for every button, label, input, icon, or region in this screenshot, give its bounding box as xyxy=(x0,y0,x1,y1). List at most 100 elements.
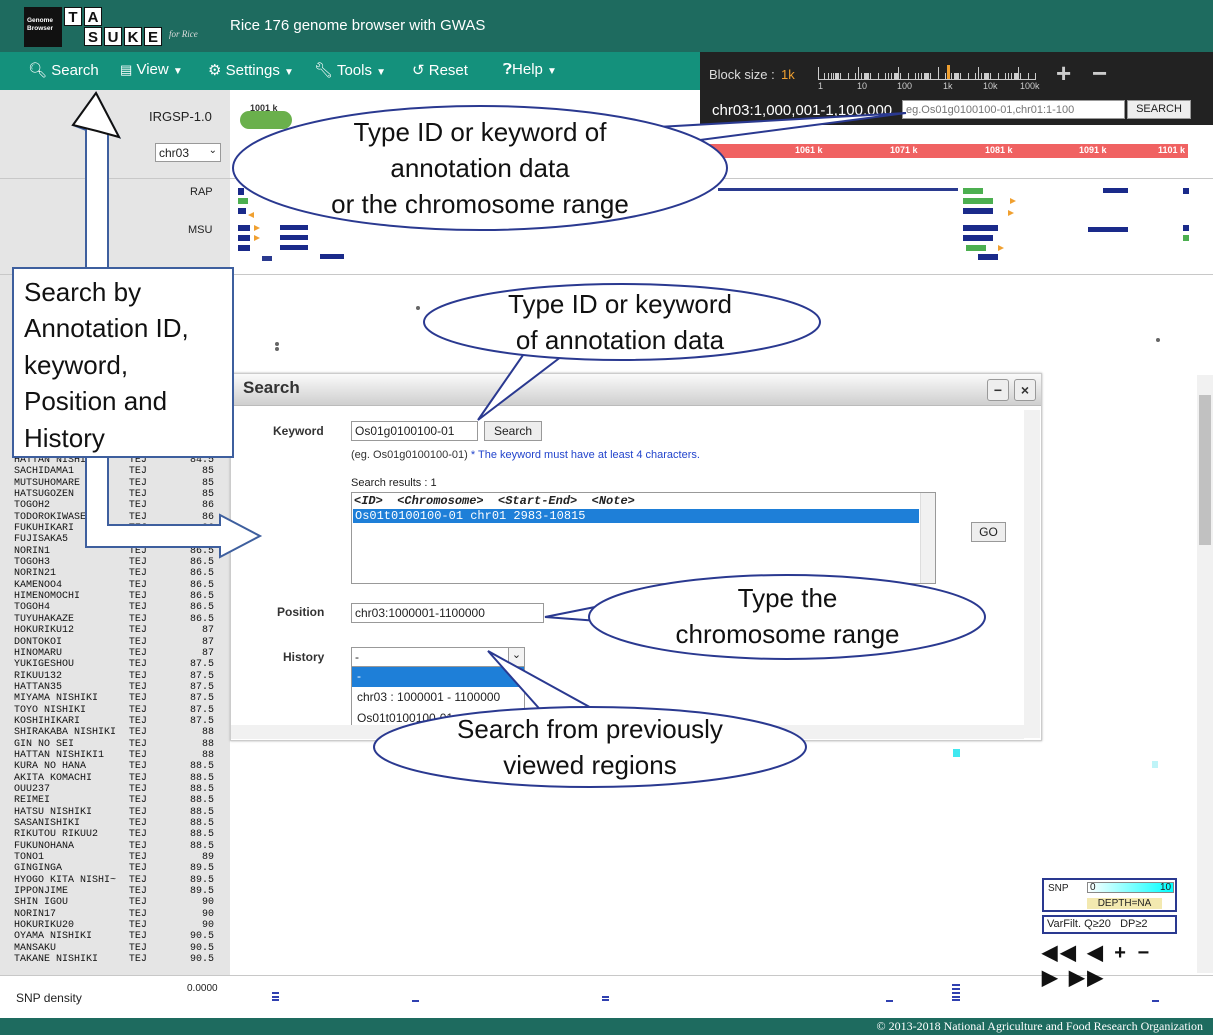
block-size-slider[interactable] xyxy=(818,65,1036,80)
sample-row[interactable]: AKITA KOMACHI TEJ 88.5 xyxy=(14,773,214,784)
search-window-header[interactable]: Search − × xyxy=(231,374,1041,406)
result-row[interactable]: Os01t0100100-01 chr01 2983-10815 xyxy=(353,509,919,523)
sample-row[interactable]: RIKUTOU RIKUU2 TEJ 88.5 xyxy=(14,829,214,840)
chevron-down-icon: ⌄ xyxy=(508,648,524,666)
sample-row[interactable]: SHIRAKABA NISHIKI TEJ 88 xyxy=(14,727,214,738)
sample-name: AKITA KOMACHI xyxy=(14,772,93,784)
position-tick: 1061 k xyxy=(795,145,823,155)
sample-value: 90.5 xyxy=(189,931,214,943)
menu-help-label: Help xyxy=(512,61,543,78)
keyword-search-button[interactable]: Search xyxy=(484,421,542,441)
sample-row[interactable]: OUU237 TEJ 88.5 xyxy=(14,784,214,795)
sample-row[interactable]: NORIN1 TEJ 86.5 xyxy=(14,546,214,557)
start-position-label: 1001 k xyxy=(250,103,278,113)
ruler-tick xyxy=(900,73,901,79)
scale-label: 100 xyxy=(897,81,913,91)
close-button[interactable]: × xyxy=(1014,379,1036,401)
menu-view[interactable]: ▤ View ▼ xyxy=(120,61,183,78)
search-results-list[interactable]: <ID> <Chromosome> <Start-End> <Note> Os0… xyxy=(351,492,936,584)
sample-row[interactable]: MANSAKU TEJ 90.5 xyxy=(14,943,214,954)
bubble-line: or the chromosome range xyxy=(331,189,629,219)
sample-row[interactable]: HOKURIKU12 TEJ 87 xyxy=(14,625,214,636)
region-search-button[interactable]: SEARCH xyxy=(1127,100,1191,119)
sample-row[interactable]: KURA NO HANA TEJ 88.5 xyxy=(14,761,214,772)
sample-row[interactable]: HINOMARU TEJ 87 xyxy=(14,648,214,659)
results-scrollbar[interactable] xyxy=(920,493,935,583)
sample-row[interactable]: DONTOKOI TEJ 87 xyxy=(14,637,214,648)
menu-tools[interactable]: 🔧︎ Tools ▼ xyxy=(314,61,386,79)
sample-row[interactable]: YUKIGESHOU TEJ 87.5 xyxy=(14,659,214,670)
sample-row[interactable]: MIYAMA NISHIKI TEJ 87.5 xyxy=(14,693,214,704)
snp-max: 10 xyxy=(1160,882,1172,893)
sample-value: 89 xyxy=(201,852,214,864)
history-option[interactable]: - xyxy=(352,667,524,687)
sample-row[interactable]: HIMENOMOCHI TEJ 86.5 xyxy=(14,591,214,602)
position-bar[interactable] xyxy=(700,144,1188,158)
history-option[interactable]: chr03 : 1000001 - 1100000 xyxy=(352,687,524,708)
sample-row[interactable]: RIKUU132 TEJ 87.5 xyxy=(14,671,214,682)
hint-example: (eg. Os01g0100100-01) xyxy=(351,449,468,461)
menu-settings[interactable]: ⚙ Settings ▼ xyxy=(208,61,294,79)
bubble-line: annotation data xyxy=(390,153,570,183)
position-input[interactable] xyxy=(351,603,544,623)
navigation-buttons[interactable]: ◀◀ ◀ + − ▶ ▶▶ xyxy=(1042,940,1177,989)
slider-handle[interactable] xyxy=(947,65,950,79)
sample-row[interactable]: MUTSUHOMARE TEJ 85 xyxy=(14,478,214,489)
sample-row[interactable]: TOYO NISHIKI TEJ 87.5 xyxy=(14,705,214,716)
varfilt-panel[interactable]: VarFilt. Q≥20 DP≥2 xyxy=(1042,915,1177,934)
sample-row[interactable]: NORIN17 TEJ 90 xyxy=(14,909,214,920)
sample-row[interactable]: SASANISHIKI TEJ 88.5 xyxy=(14,818,214,829)
sample-row[interactable]: KAMENOO4 TEJ 86.5 xyxy=(14,580,214,591)
sample-row[interactable]: HATSUGOZEN TEJ 85 xyxy=(14,489,214,500)
menu-search[interactable]: 🔍︎ Search xyxy=(28,61,99,79)
sample-row[interactable]: NORIN21 TEJ 86.5 xyxy=(14,568,214,579)
chromosome-select[interactable]: chr03 ⌄ xyxy=(155,143,221,162)
minimize-button[interactable]: − xyxy=(987,379,1009,401)
tasuke-logo[interactable]: Genome Browser T A S U K E for Rice xyxy=(24,7,198,47)
sample-row[interactable]: TUYUHAKAZE TEJ 86.5 xyxy=(14,614,214,625)
sample-row[interactable]: FUKUHIKARI TEJ 86 xyxy=(14,523,214,534)
sample-name: HIMENOMOCHI xyxy=(14,591,81,603)
sample-row[interactable]: TOGOH4 TEJ 86.5 xyxy=(14,602,214,613)
sample-row[interactable]: HATTAN35 TEJ 87.5 xyxy=(14,682,214,693)
sample-row[interactable]: TAKANE NISHIKI TEJ 90.5 xyxy=(14,954,214,965)
sample-row[interactable]: TOGOH3 TEJ 86.5 xyxy=(14,557,214,568)
sample-name: KOSHIHIKARI xyxy=(14,715,81,727)
main-scrollbar[interactable] xyxy=(1197,375,1213,973)
sample-row[interactable]: SACHIDAMA1 TEJ 85 xyxy=(14,466,214,477)
sample-row[interactable]: FUKUNOHANA TEJ 88.5 xyxy=(14,841,214,852)
sample-row[interactable]: TOGOH2 TEJ 86 xyxy=(14,500,214,511)
sample-row[interactable]: SHIN IGOU TEJ 90 xyxy=(14,897,214,908)
sample-row[interactable]: REIMEI TEJ 88.5 xyxy=(14,795,214,806)
sample-row[interactable]: FUJISAKA5 TEJ 86 xyxy=(14,534,214,545)
sample-row[interactable]: HYOGO KITA NISHI~ TEJ 89.5 xyxy=(14,875,214,886)
sample-row[interactable]: GIN NO SEI TEJ 88 xyxy=(14,739,214,750)
sample-value: 87.5 xyxy=(189,681,214,693)
keyword-hint: (eg. Os01g0100100-01) * The keyword must… xyxy=(351,449,700,461)
sample-row[interactable]: HATTAN NISHIKI1 TEJ 88 xyxy=(14,750,214,761)
bubble-line: chromosome range xyxy=(675,619,900,649)
sample-value: 86.5 xyxy=(189,545,214,557)
sample-row[interactable]: OYAMA NISHIKI TEJ 90.5 xyxy=(14,931,214,942)
history-select[interactable]: - ⌄ xyxy=(351,647,525,667)
sample-row[interactable]: TODOROKIWASE TEJ 86 xyxy=(14,512,214,523)
menu-reset[interactable]: ↺ Reset xyxy=(412,61,468,79)
sample-value: 86.5 xyxy=(189,568,214,580)
sample-row[interactable]: HATSU NISHIKI TEJ 88.5 xyxy=(14,807,214,818)
search-icon: 🔍︎ xyxy=(28,62,48,79)
region-search-input[interactable] xyxy=(902,100,1125,119)
scroll-thumb[interactable] xyxy=(1199,395,1211,545)
sample-row[interactable]: HOKURIKU20 TEJ 90 xyxy=(14,920,214,931)
go-button[interactable]: GO xyxy=(971,522,1006,542)
search-window-scrollbar[interactable] xyxy=(1024,410,1040,738)
zoom-out-button[interactable]: − xyxy=(1092,60,1107,86)
sample-row[interactable]: IPPONJIME TEJ 89.5 xyxy=(14,886,214,897)
keyword-input[interactable] xyxy=(351,421,478,441)
menu-help[interactable]: ❓︎Help ▼ xyxy=(503,61,557,78)
sample-row[interactable]: GINGINGA TEJ 89.5 xyxy=(14,863,214,874)
ruler-tick xyxy=(818,67,819,79)
zoom-in-button[interactable]: + xyxy=(1056,60,1071,86)
sample-row[interactable]: KOSHIHIKARI TEJ 87.5 xyxy=(14,716,214,727)
ruler-tick xyxy=(861,73,862,79)
sample-row[interactable]: TONO1 TEJ 89 xyxy=(14,852,214,863)
